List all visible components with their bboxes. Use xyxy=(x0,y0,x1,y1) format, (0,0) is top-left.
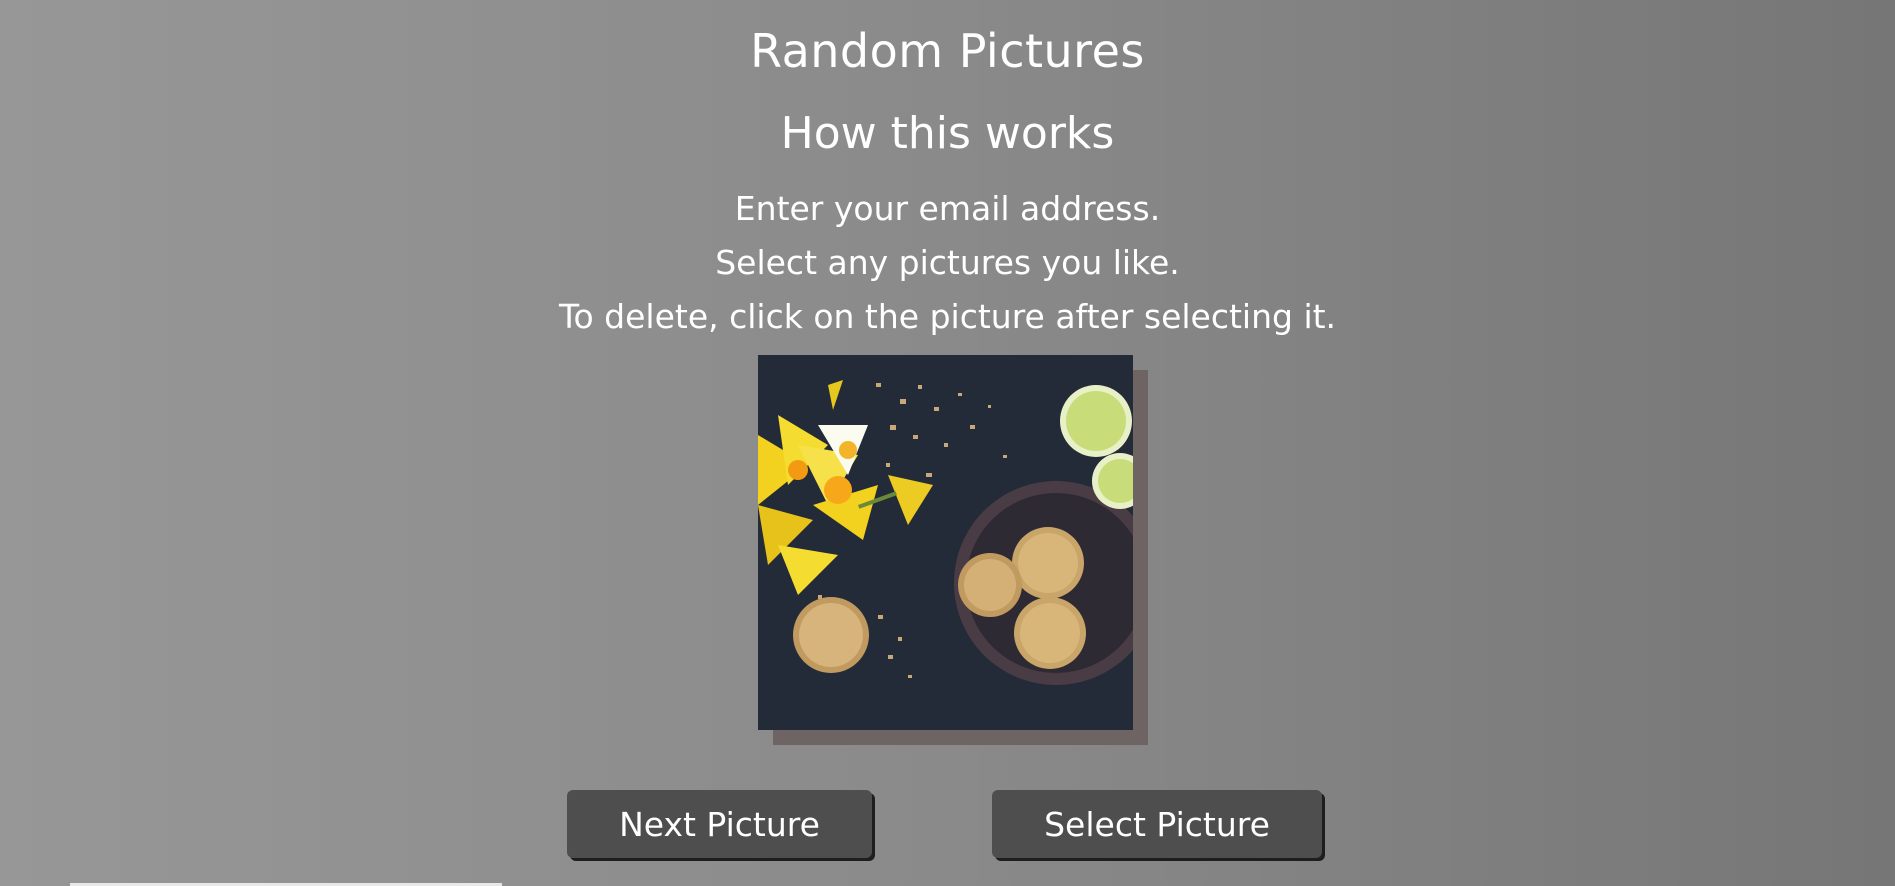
instruction-line: Select any pictures you like. xyxy=(715,243,1180,282)
random-picture-frame[interactable] xyxy=(758,355,1148,745)
instruction-line: Enter your email address. xyxy=(734,189,1161,228)
food-photo-image xyxy=(758,355,1133,730)
page-title: Random Pictures xyxy=(750,24,1145,78)
instruction-line: To delete, click on the picture after se… xyxy=(558,297,1337,336)
instructions: Enter your email address. Select any pic… xyxy=(0,182,1895,344)
how-it-works-heading: How this works xyxy=(780,108,1115,159)
random-picture[interactable] xyxy=(758,355,1133,730)
next-picture-button[interactable]: Next Picture xyxy=(567,790,872,858)
select-picture-button[interactable]: Select Picture xyxy=(992,790,1322,858)
